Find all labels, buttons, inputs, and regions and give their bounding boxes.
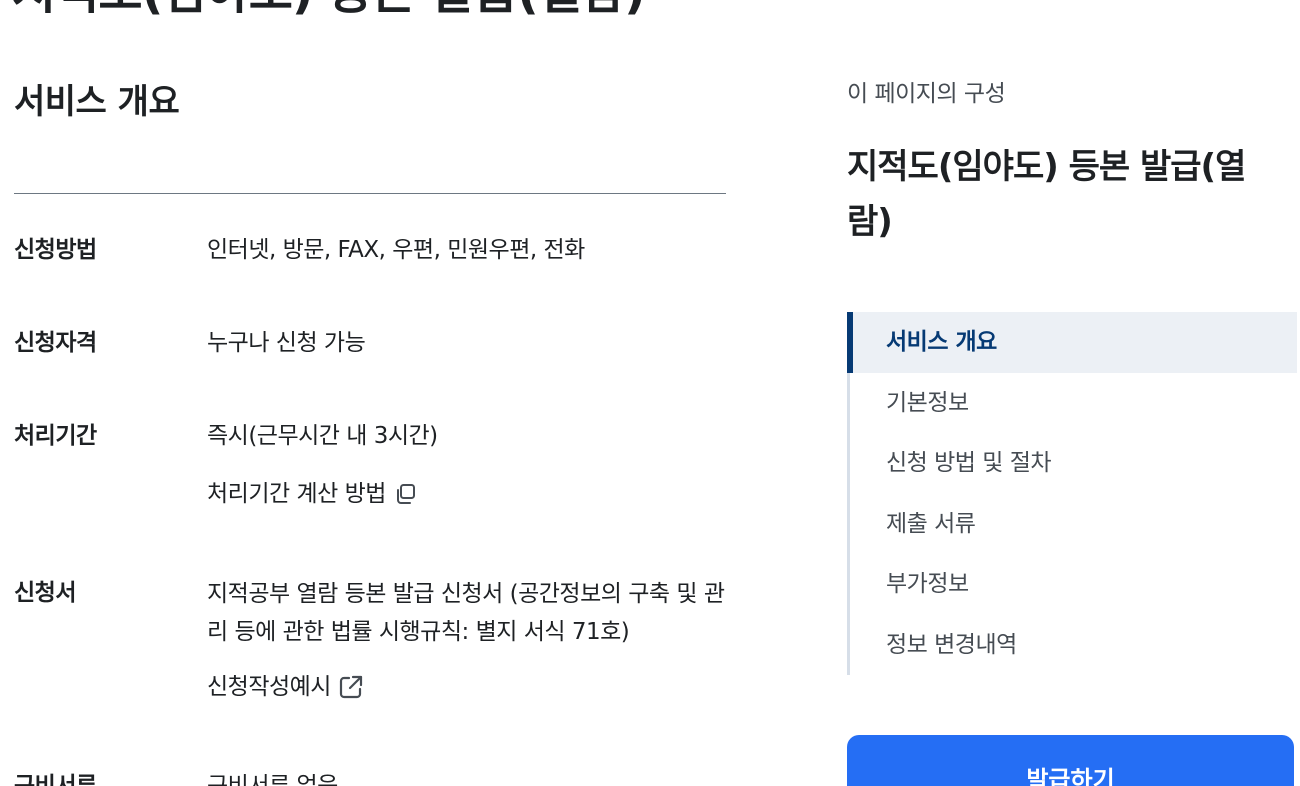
section-title: 서비스 개요 [14,82,180,122]
toc-caption: 이 페이지의 구성 [847,81,1006,107]
value-text: 지적공부 열람 등본 발급 신청서 (공간정보의 구축 및 관리 등에 관한 법… [207,581,725,645]
row-value: 구비서류 없음 [207,767,727,786]
link-label: 처리기간 계산 방법 [207,481,386,507]
row-label: 구비서류 [14,773,97,786]
toc-item-change-history[interactable]: 정보 변경내역 [850,615,1297,676]
toc-item-application-procedure[interactable]: 신청 방법 및 절차 [850,433,1297,494]
row-value: 누구나 신청 가능 [207,324,727,362]
row-label: 처리기간 [14,423,97,449]
row-label: 신청서 [14,580,76,606]
toc-item-basic-info[interactable]: 기본정보 [850,373,1297,434]
section-divider [14,193,726,194]
toc-item-service-overview[interactable]: 서비스 개요 [847,312,1297,373]
copy-icon [392,481,418,507]
page-title: 지적도(임야도) 등본 발급(열람) [12,0,646,20]
value-text: 누구나 신청 가능 [207,330,366,356]
issue-button[interactable]: 발급하기 [847,735,1294,786]
row-value: 즉시(근무시간 내 3시간) 처리기간 계산 방법 [207,417,727,513]
row-label: 신청자격 [14,330,97,356]
link-label: 신청작성예시 [207,674,331,700]
toc-title: 지적도(임야도) 등본 발급(열람) [847,147,1246,242]
toc-item-additional-info[interactable]: 부가정보 [850,554,1297,615]
page: 지적도(임야도) 등본 발급(열람) 서비스 개요 신청방법 인터넷, 방문, … [0,0,1300,786]
external-link-icon [337,673,365,701]
toc-list: 서비스 개요 기본정보 신청 방법 및 절차 제출 서류 부가정보 정보 변경내… [847,312,1297,675]
row-label: 신청방법 [14,237,97,263]
value-text: 구비서류 없음 [207,773,338,786]
toc-item-submission-documents[interactable]: 제출 서류 [850,494,1297,555]
value-text: 즉시(근무시간 내 3시간) [207,423,438,449]
application-example-link[interactable]: 신청작성예시 [207,671,365,703]
row-value: 인터넷, 방문, FAX, 우편, 민원우편, 전화 [207,231,727,269]
value-text: 인터넷, 방문, FAX, 우편, 민원우편, 전화 [207,237,585,263]
row-value: 지적공부 열람 등본 발급 신청서 (공간정보의 구축 및 관리 등에 관한 법… [207,575,727,706]
processing-time-calc-link[interactable]: 처리기간 계산 방법 [207,478,418,510]
